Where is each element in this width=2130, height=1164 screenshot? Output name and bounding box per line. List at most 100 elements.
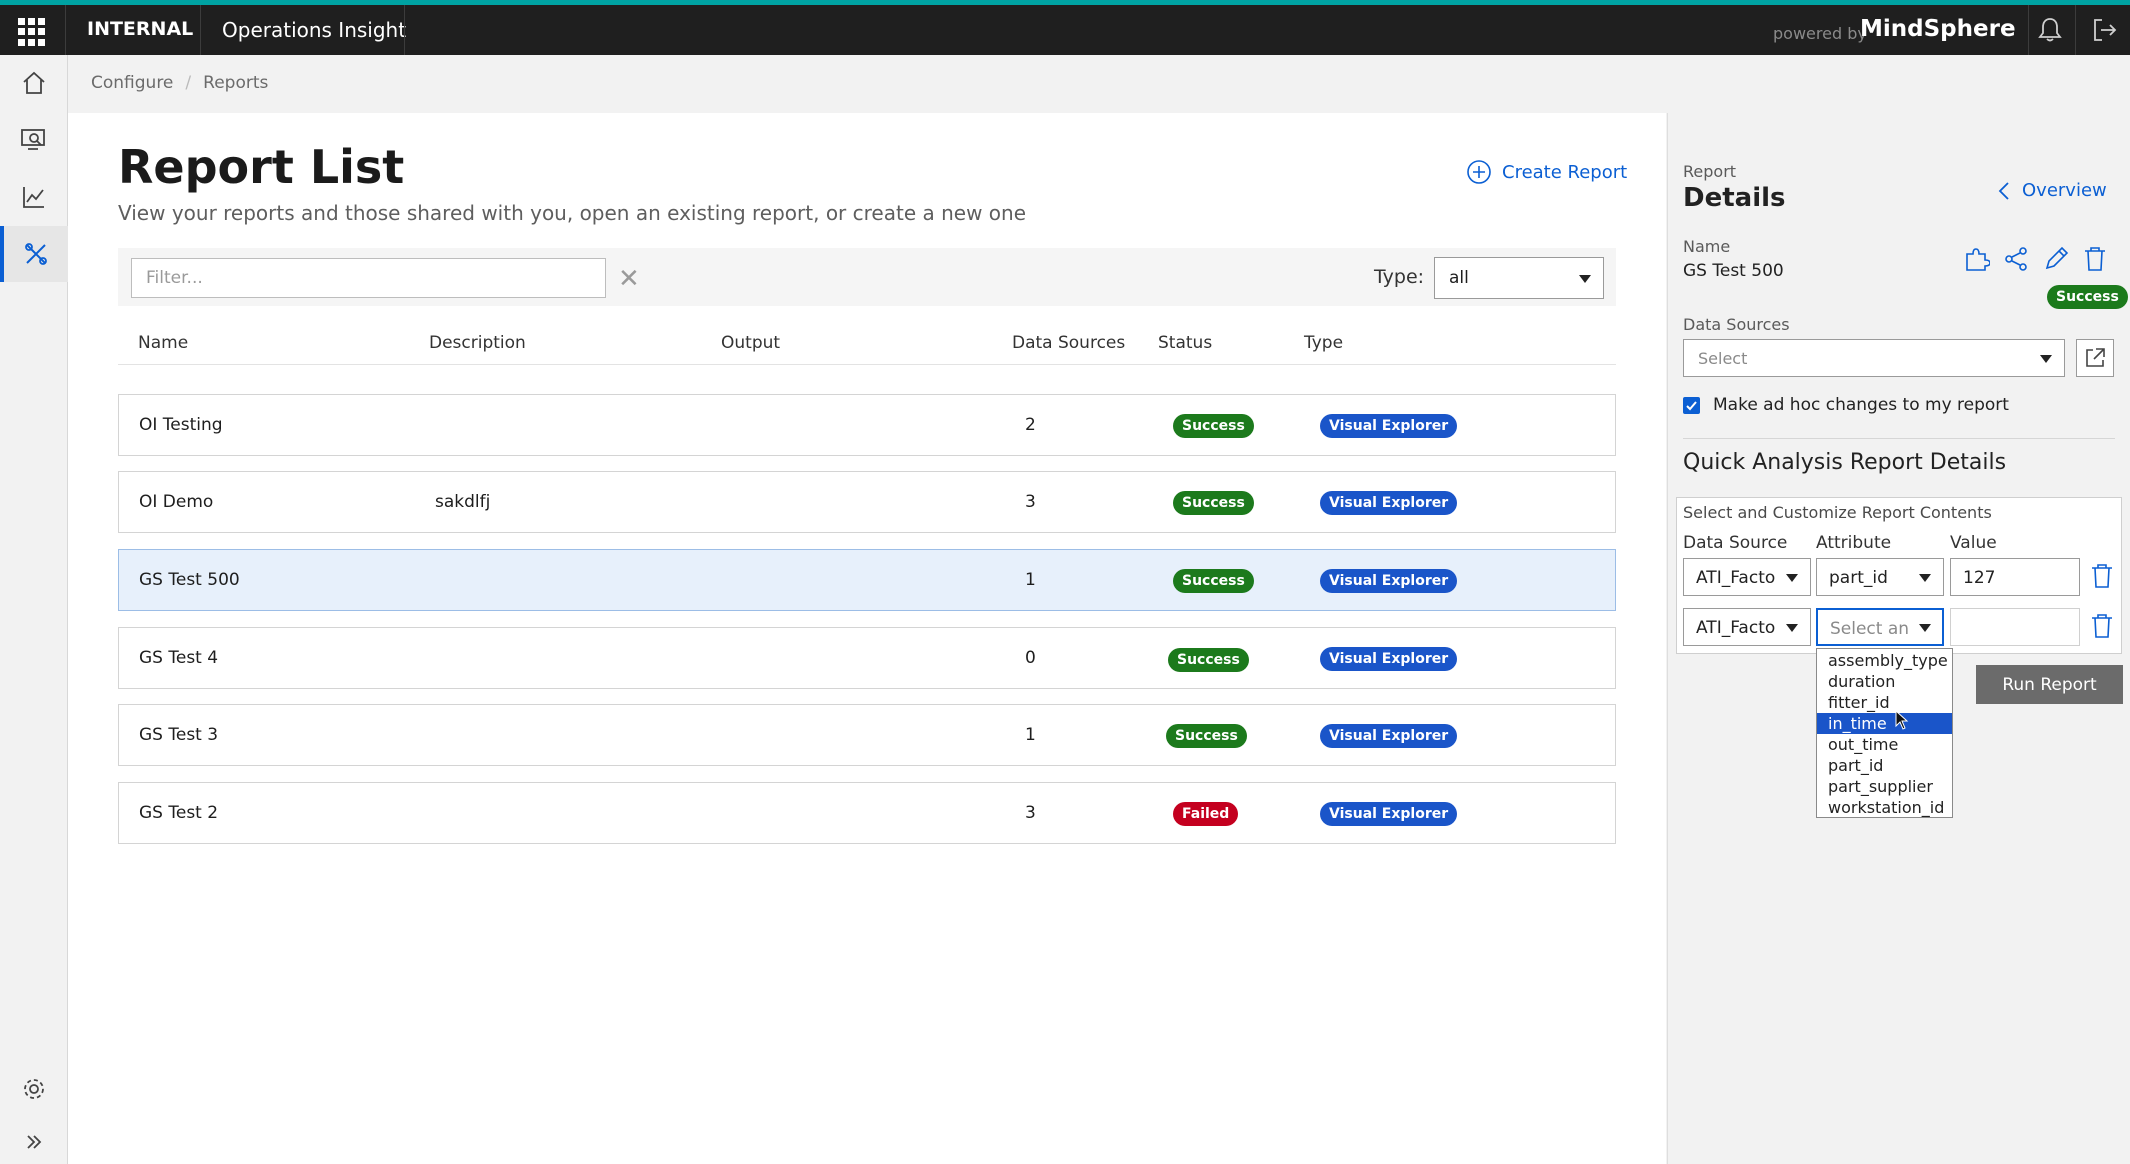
type-badge: Visual Explorer (1320, 724, 1458, 748)
breadcrumb-separator: / (185, 73, 192, 93)
create-report-button[interactable]: Create Report (1466, 159, 1627, 185)
name-label: Name (1683, 237, 1731, 256)
brand-logo: MindSphere (1860, 16, 2016, 42)
status-badge: Success (1168, 648, 1249, 672)
monitor-search-icon[interactable] (0, 112, 68, 168)
data-source-value: ATI_Facto (1696, 618, 1776, 638)
app-name[interactable]: Operations Insight (222, 18, 406, 42)
table-row[interactable]: GS Test 2 3 Failed Visual Explorer (118, 782, 1616, 844)
page-subtitle: View your reports and those shared with … (118, 201, 1027, 225)
col-value: Value (1950, 533, 1997, 553)
attribute-dropdown-list: assembly_type duration fitter_id in_time… (1816, 648, 1953, 818)
powered-by-label: powered by (1773, 24, 1867, 43)
table-row[interactable]: GS Test 3 1 Success Visual Explorer (118, 704, 1616, 766)
table-row[interactable]: GS Test 4 0 Success Visual Explorer (118, 627, 1616, 689)
value-text: 127 (1963, 568, 1996, 588)
report-contents-title: Select and Customize Report Contents (1683, 503, 1992, 522)
panel-overline: Report (1683, 162, 1737, 181)
col-output[interactable]: Output (721, 333, 780, 353)
home-icon[interactable] (0, 55, 68, 111)
type-badge: Visual Explorer (1320, 414, 1458, 438)
bell-icon[interactable] (2030, 5, 2070, 55)
expand-icon[interactable] (0, 1114, 68, 1164)
adhoc-label: Make ad hoc changes to my report (1713, 395, 2009, 415)
org-label: INTERNAL (87, 18, 194, 40)
row-data-sources: 3 (1025, 803, 1036, 823)
delete-row-trash-icon[interactable] (2090, 562, 2114, 590)
row-name: GS Test 500 (139, 570, 240, 590)
report-name: GS Test 500 (1683, 261, 1784, 281)
status-badge: Failed (1173, 802, 1239, 826)
data-sources-placeholder: Select (1698, 349, 1748, 368)
chevron-down-icon (1786, 574, 1798, 582)
divider (200, 5, 201, 55)
row-data-sources: 1 (1025, 570, 1036, 590)
data-source-select-1[interactable]: ATI_Facto (1683, 558, 1811, 596)
overview-link[interactable]: Overview (1998, 180, 2107, 201)
plus-circle-icon (1467, 160, 1491, 184)
row-data-sources: 3 (1025, 492, 1036, 512)
tools-icon[interactable] (0, 226, 68, 282)
row-name: OI Testing (139, 415, 223, 435)
table-row[interactable]: OI Testing 2 Success Visual Explorer (118, 394, 1616, 456)
col-data-sources[interactable]: Data Sources (1012, 333, 1125, 353)
quick-analysis-title: Quick Analysis Report Details (1683, 450, 2007, 475)
row-data-sources: 0 (1025, 648, 1036, 668)
filter-input[interactable] (131, 258, 606, 298)
clear-filter-icon[interactable]: ✕ (618, 264, 640, 294)
left-nav (0, 55, 68, 1164)
col-attribute: Attribute (1816, 533, 1892, 553)
dropdown-option-highlighted[interactable]: in_time (1817, 713, 1952, 734)
breadcrumb-configure[interactable]: Configure (91, 73, 173, 93)
type-badge: Visual Explorer (1320, 569, 1458, 593)
value-input-2[interactable] (1950, 608, 2080, 646)
status-badge: Success (2047, 285, 2128, 309)
dropdown-option[interactable]: fitter_id (1817, 692, 1952, 713)
delete-row-trash-icon[interactable] (2090, 612, 2114, 640)
type-select[interactable]: all (1434, 257, 1604, 299)
adhoc-checkbox[interactable] (1683, 397, 1700, 414)
dropdown-option[interactable]: duration (1817, 671, 1952, 692)
dropdown-option[interactable]: workstation_id (1817, 797, 1952, 818)
data-source-value: ATI_Facto (1696, 568, 1776, 588)
dropdown-option[interactable]: assembly_type (1817, 650, 1952, 671)
table-row[interactable]: OI Demo sakdlfj 3 Success Visual Explore… (118, 471, 1616, 533)
col-description[interactable]: Description (429, 333, 526, 353)
data-source-select-2[interactable]: ATI_Facto (1683, 608, 1811, 646)
trash-icon[interactable] (2082, 245, 2108, 277)
table-row-selected[interactable]: GS Test 500 1 Success Visual Explorer (118, 549, 1616, 611)
puzzle-icon[interactable] (1962, 245, 1991, 277)
settings-gear-icon[interactable] (0, 1061, 68, 1117)
type-badge: Visual Explorer (1320, 802, 1458, 826)
chart-icon[interactable] (0, 169, 68, 225)
attribute-value: part_id (1829, 568, 1888, 588)
row-name: GS Test 3 (139, 725, 219, 745)
col-name[interactable]: Name (138, 333, 188, 353)
breadcrumb: Configure / Reports (91, 73, 268, 93)
attribute-select-1[interactable]: part_id (1816, 558, 1944, 596)
dropdown-option[interactable]: out_time (1817, 734, 1952, 755)
status-badge: Success (1166, 724, 1247, 748)
data-sources-select[interactable]: Select (1683, 339, 2065, 377)
col-type[interactable]: Type (1304, 333, 1343, 353)
type-badge: Visual Explorer (1320, 647, 1458, 671)
attribute-select-2[interactable]: Select an (1816, 608, 1944, 646)
dropdown-option[interactable]: part_id (1817, 755, 1952, 776)
value-input-1[interactable]: 127 (1950, 558, 2080, 596)
app-launcher-icon[interactable] (18, 18, 46, 46)
col-status[interactable]: Status (1158, 333, 1212, 353)
row-data-sources: 1 (1025, 725, 1036, 745)
breadcrumb-reports[interactable]: Reports (203, 73, 268, 93)
row-name: OI Demo (139, 492, 214, 512)
chevron-left-icon (1998, 181, 2009, 200)
dropdown-option[interactable]: part_supplier (1817, 776, 1952, 797)
panel-title: Details (1683, 183, 1786, 213)
share-icon[interactable] (2002, 245, 2030, 277)
open-external-icon[interactable] (2076, 339, 2114, 377)
row-name: GS Test 2 (139, 803, 219, 823)
overview-label: Overview (2022, 180, 2107, 201)
logout-icon[interactable] (2085, 5, 2125, 55)
pencil-icon[interactable] (2042, 245, 2070, 277)
run-report-button[interactable]: Run Report (1976, 665, 2123, 704)
data-sources-label: Data Sources (1683, 315, 1790, 334)
